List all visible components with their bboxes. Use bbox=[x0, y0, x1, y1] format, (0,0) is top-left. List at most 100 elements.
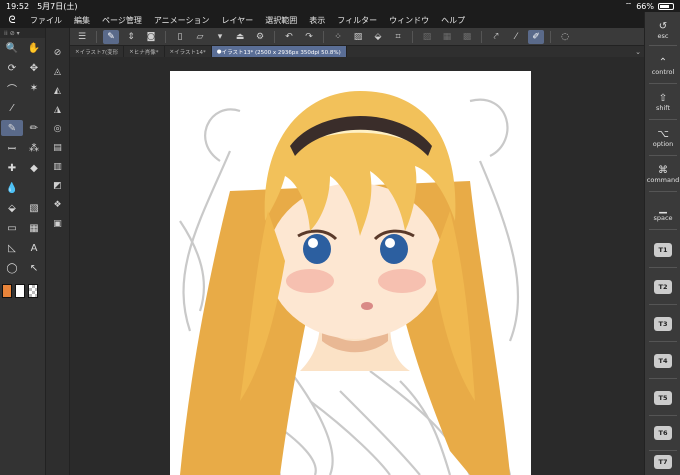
balloon-tool-icon[interactable]: ◯ bbox=[1, 260, 23, 276]
shortcut-t6[interactable]: T6 bbox=[645, 415, 680, 451]
redo-icon[interactable]: ↷ bbox=[301, 30, 317, 44]
app-logo-icon[interactable]: ᘓ bbox=[0, 15, 24, 26]
frame-tool-icon[interactable]: ▦ bbox=[23, 220, 45, 236]
menu-file[interactable]: ファイル bbox=[24, 15, 68, 26]
ruler-tool-icon[interactable]: ◺ bbox=[1, 240, 23, 256]
navigator-icon[interactable]: ⊘ bbox=[50, 46, 66, 60]
blank-slot-2-icon bbox=[23, 180, 45, 196]
tab-illust7[interactable]: × イラスト7(変形 bbox=[70, 46, 125, 57]
lasso-select-icon[interactable]: ⌒ bbox=[1, 80, 23, 96]
blend-tool-icon[interactable]: 💧 bbox=[1, 180, 23, 196]
t1-label: T1 bbox=[654, 243, 672, 257]
select-clear-icon[interactable]: ▦ bbox=[439, 30, 455, 44]
pencil-tool-icon[interactable]: ✏ bbox=[23, 120, 45, 136]
layer-stack-icon[interactable]: ❖ bbox=[50, 198, 66, 212]
modifier-key-bar: ↺ esc ⌃ control ⇧ shift ⌥ option ⌘ comma… bbox=[644, 12, 680, 475]
correct-line-tool-icon[interactable]: ↖ bbox=[23, 260, 45, 276]
shortcut-t4[interactable]: T4 bbox=[645, 343, 680, 379]
airbrush-tool-icon[interactable]: ⁂ bbox=[23, 140, 45, 156]
menu-window[interactable]: ウィンドウ bbox=[383, 15, 435, 26]
undo-icon[interactable]: ↶ bbox=[281, 30, 297, 44]
magic-wand-icon[interactable]: ✶ bbox=[23, 80, 45, 96]
mode-toggle-icon[interactable]: ⇕ bbox=[123, 30, 139, 44]
menu-layer[interactable]: レイヤー bbox=[216, 15, 260, 26]
option-icon: ⌥ bbox=[657, 128, 669, 140]
open-folder-icon[interactable]: ▱ bbox=[192, 30, 208, 44]
menu-hamburger-icon[interactable]: ☰ bbox=[74, 30, 90, 44]
tool-palette-header[interactable]: ⁞⁞ ⊘ ▾ bbox=[0, 28, 45, 38]
brush-tool-icon[interactable]: ꟷ bbox=[1, 140, 23, 156]
eyedropper-icon[interactable]: ⁄ bbox=[1, 100, 23, 116]
color-wheel-icon[interactable]: ◎ bbox=[50, 122, 66, 136]
control-key[interactable]: ⌃ control bbox=[645, 48, 680, 84]
tab-illust14[interactable]: × イラスト14* bbox=[165, 46, 212, 57]
shortcut-t2[interactable]: T2 bbox=[645, 269, 680, 305]
shortcut-t5[interactable]: T5 bbox=[645, 380, 680, 416]
transparent-color-swatch[interactable] bbox=[28, 284, 38, 298]
color-set-icon[interactable]: ▤ bbox=[50, 141, 66, 155]
tab-illust13[interactable]: ● イラスト13* (2500 x 2936px 350dpi 50.8%) bbox=[211, 46, 347, 57]
menu-page[interactable]: ページ管理 bbox=[96, 15, 148, 26]
rotate-tool-icon[interactable]: ⟳ bbox=[1, 60, 23, 76]
pen-mode-icon[interactable]: ✎ bbox=[103, 29, 119, 44]
main-color-swatch[interactable] bbox=[2, 284, 12, 298]
stroke-correct-icon[interactable]: ⤤ bbox=[488, 30, 504, 44]
eraser-tool-icon[interactable]: ◆ bbox=[23, 160, 45, 176]
upload-icon[interactable]: ⏏ bbox=[232, 30, 248, 44]
decoration-tool-icon[interactable]: ✚ bbox=[1, 160, 23, 176]
companion-icon[interactable]: ◙ bbox=[143, 30, 159, 44]
hand-tool-icon[interactable]: ✋ bbox=[23, 40, 45, 56]
layer-icon[interactable]: ◩ bbox=[50, 179, 66, 193]
deselect-icon[interactable]: ⁘ bbox=[330, 30, 346, 44]
fill-selection-icon[interactable]: ⬙ bbox=[370, 30, 386, 44]
space-bar-icon: ▁ bbox=[659, 202, 667, 214]
zoom-tool-icon[interactable]: 🔍 bbox=[1, 40, 23, 56]
select-crop-icon[interactable]: ▩ bbox=[459, 30, 475, 44]
new-file-icon[interactable]: ▯ bbox=[172, 30, 188, 44]
gradient-tool-icon[interactable]: ▧ bbox=[23, 200, 45, 216]
clip-studio-icon[interactable]: ◌ bbox=[557, 30, 573, 44]
t5-label: T5 bbox=[654, 391, 672, 405]
settings-icon[interactable]: ⚙ bbox=[252, 30, 268, 44]
command-key[interactable]: ⌘ command bbox=[645, 156, 680, 192]
pen-tool-icon[interactable]: ✎ bbox=[1, 120, 23, 136]
brush-settings-icon[interactable]: ⁄ bbox=[508, 30, 524, 44]
tab-label: イラスト13* (2500 x 2936px 350dpi 50.8%) bbox=[221, 49, 341, 56]
shortcut-t3[interactable]: T3 bbox=[645, 306, 680, 342]
text-tool-icon[interactable]: A bbox=[23, 240, 45, 256]
pen-pressure-icon[interactable]: ✐ bbox=[528, 29, 544, 44]
figure-tool-icon[interactable]: ▭ bbox=[1, 220, 23, 236]
chevron-down-icon[interactable]: ⌄ bbox=[632, 46, 644, 57]
clear-icon[interactable]: ▨ bbox=[350, 30, 366, 44]
status-time: 19:52 bbox=[6, 1, 30, 11]
transform-icon[interactable]: ⌗ bbox=[390, 30, 406, 44]
menu-filter[interactable]: フィルター bbox=[331, 15, 383, 26]
select-invert-icon[interactable]: ▨ bbox=[419, 30, 435, 44]
menu-view[interactable]: 表示 bbox=[303, 15, 331, 26]
brush-size-icon[interactable]: ◮ bbox=[50, 103, 66, 117]
material-icon[interactable]: ▣ bbox=[50, 217, 66, 231]
move-tool-icon[interactable]: ✥ bbox=[23, 60, 45, 76]
shortcut-t1[interactable]: T1 bbox=[645, 232, 680, 268]
sub-color-swatch[interactable] bbox=[15, 284, 25, 298]
tab-label: ヒナ肖像* bbox=[133, 49, 159, 56]
menu-animation[interactable]: アニメーション bbox=[148, 15, 216, 26]
save-icon[interactable]: ▾ bbox=[212, 30, 228, 44]
subtool-icon[interactable]: ◬ bbox=[50, 65, 66, 79]
shift-key[interactable]: ⇧ shift bbox=[645, 84, 680, 120]
menu-selection[interactable]: 選択範囲 bbox=[259, 15, 303, 26]
tab-hina[interactable]: × ヒナ肖像* bbox=[124, 46, 165, 57]
menu-edit[interactable]: 編集 bbox=[68, 15, 96, 26]
option-key[interactable]: ⌥ option bbox=[645, 120, 680, 156]
esc-label: esc bbox=[657, 31, 669, 40]
menu-help[interactable]: ヘルプ bbox=[435, 15, 471, 26]
mouth bbox=[361, 302, 373, 310]
fill-tool-icon[interactable]: ⬙ bbox=[1, 200, 23, 216]
drawing-canvas[interactable] bbox=[170, 71, 531, 475]
esc-key[interactable]: ↺ esc bbox=[645, 14, 680, 46]
space-key[interactable]: ▁ space bbox=[645, 194, 680, 230]
layer-property-icon[interactable]: ▥ bbox=[50, 160, 66, 174]
shortcut-t7[interactable]: T7 bbox=[645, 450, 680, 474]
divider bbox=[649, 304, 677, 305]
tool-property-icon[interactable]: ◭ bbox=[50, 84, 66, 98]
